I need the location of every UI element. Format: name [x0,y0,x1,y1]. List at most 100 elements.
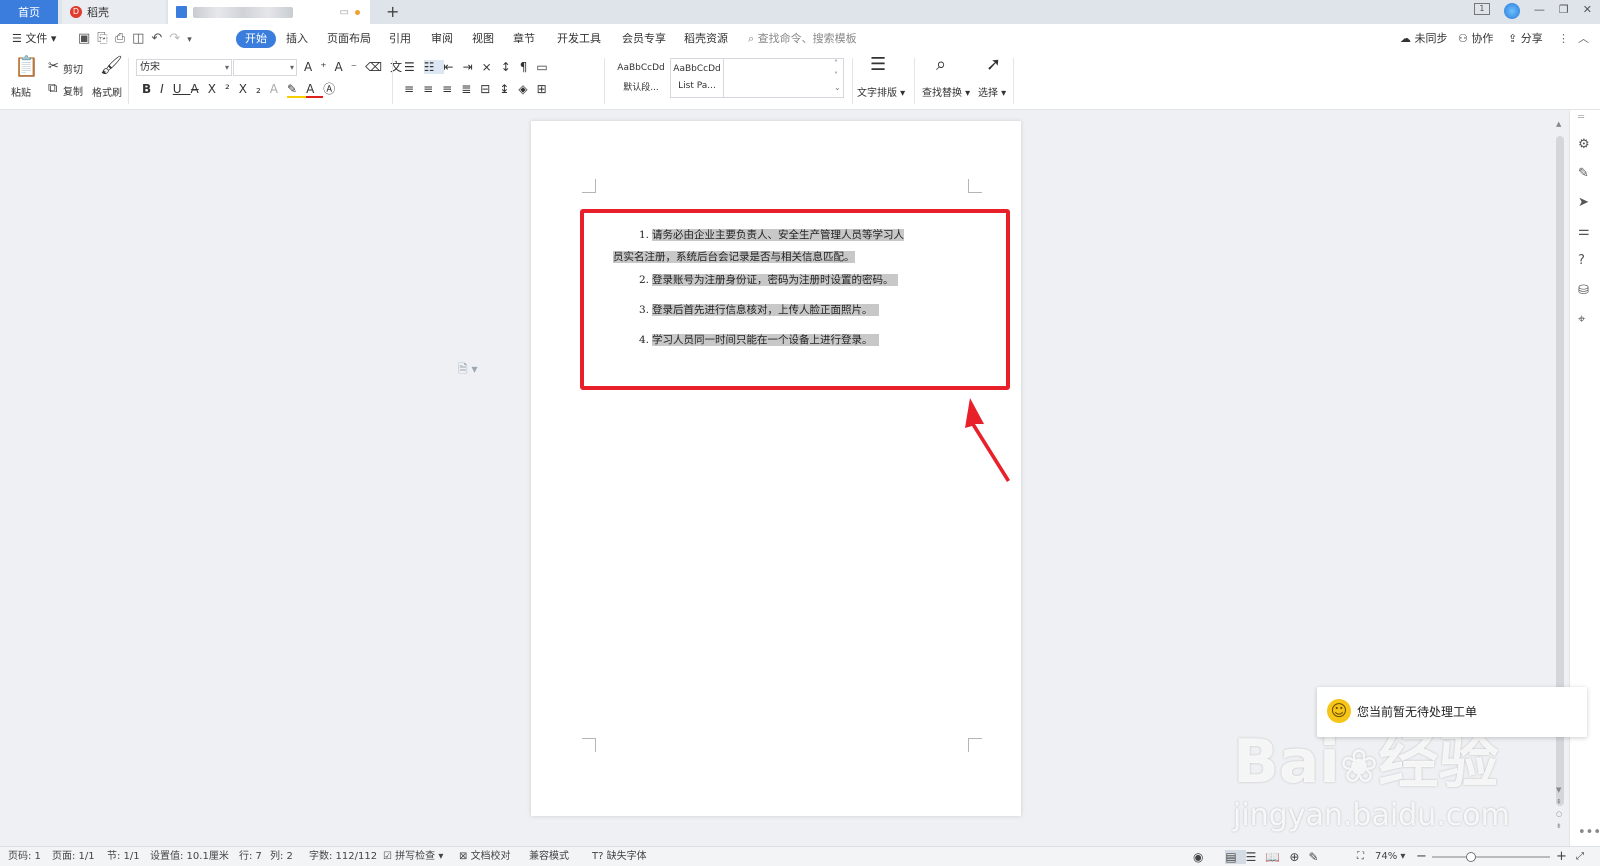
outline-view-icon[interactable]: ☰ [1246,850,1266,864]
shading-icon[interactable]: ◈ [518,82,536,96]
share-button[interactable]: ⇪ 分享 [1508,24,1543,54]
tab-insert[interactable]: 插入 [286,24,308,54]
zoom-in-icon[interactable]: + [1556,847,1567,866]
page-options-icon[interactable]: 🗎 ▾ [458,360,478,381]
page-view-icon[interactable]: ▤ [1225,850,1246,864]
cut-icon[interactable]: ✂ [48,60,59,74]
status-word-count[interactable]: 字数: 112/112 [309,847,377,866]
numbered-list-icon[interactable]: ☷ [423,60,444,74]
customize-icon[interactable]: ▾ [187,35,199,45]
zoom-select[interactable]: 74% ▾ [1375,847,1405,866]
find-replace-icon[interactable]: ⌕ [936,56,946,74]
settings-sliders-icon[interactable]: ⚌ [1578,224,1590,239]
show-marks-icon[interactable]: ¶ [520,60,537,74]
print-icon[interactable]: ⎙ [115,31,132,46]
more-options-icon[interactable]: ••• [1578,825,1600,840]
font-size-select[interactable] [233,59,297,76]
char-border-icon[interactable]: Ⓐ [323,82,344,96]
bold-icon[interactable]: B [142,82,160,96]
paste-icon[interactable]: 📋 [14,56,39,76]
chinese-layout-icon[interactable]: ⨯ [482,60,501,74]
superscript-icon[interactable]: X² [208,82,239,96]
read-view-icon[interactable]: 📖 [1265,850,1289,864]
tab-review[interactable]: 审阅 [431,24,453,54]
tab-developer[interactable]: 开发工具 [557,24,601,54]
borders-icon[interactable]: ⊞ [537,82,556,96]
select-button[interactable]: 选择 ▾ [978,84,1006,99]
tab-start[interactable]: 开始 [236,30,276,48]
cut-button[interactable]: 剪切 [63,61,83,76]
select-pointer-icon[interactable]: ➚ [986,56,1001,74]
help-icon[interactable]: ? [1578,253,1585,268]
collapse-ribbon-icon[interactable]: ︿ [1578,24,1589,54]
text-layout-icon[interactable]: ☰ [870,56,886,74]
highlight-icon[interactable]: ✎ [287,82,307,98]
tab-member[interactable]: 会员专享 [622,24,666,54]
style-list-paragraph[interactable]: AaBbCcDd List Pa... [670,58,724,98]
subscript-icon[interactable]: X₂ [239,82,270,96]
align-center-icon[interactable]: ≡ [423,82,442,96]
more-icon[interactable]: ⋮ [1558,24,1569,54]
file-menu[interactable]: ☰ 文件 ▾ [12,24,56,54]
paste-button[interactable]: 粘贴 [11,84,31,99]
styles-gallery[interactable] [724,58,844,98]
fit-page-icon[interactable]: ⛶ [1357,847,1364,866]
text-layout-button[interactable]: 文字排版 ▾ [857,84,905,99]
panel-handle-icon[interactable]: ═ [1578,112,1584,123]
close-icon[interactable]: ✕ [1583,3,1592,19]
tab-document[interactable]: ▭ [168,0,370,24]
find-replace-button[interactable]: 查找替换 ▾ [922,84,970,99]
web-view-icon[interactable]: ⊕ [1289,850,1308,864]
eye-protection-icon[interactable]: ◉ [1193,850,1212,864]
undo-icon[interactable]: ↶ [151,31,169,46]
format-painter-icon[interactable]: 🖌 [100,57,123,75]
shrink-font-icon[interactable]: A⁻ [335,60,366,74]
copy-button[interactable]: 复制 [63,83,83,98]
tab-home[interactable]: 首页 [0,0,58,24]
italic-icon[interactable]: I [160,82,173,96]
write-mode-icon[interactable]: ✎ [1308,850,1327,864]
missing-font-button[interactable]: T? 缺失字体 [592,847,647,866]
tab-daoke-resources[interactable]: 稻壳资源 [684,24,728,54]
line-spacing-icon[interactable]: ↨ [499,82,518,96]
font-color-icon[interactable]: A [306,82,324,98]
print-preview-icon[interactable]: ◫ [132,31,151,46]
justify-icon[interactable]: ≣ [461,82,480,96]
fullscreen-icon[interactable]: ⤢ [1576,847,1584,866]
decrease-indent-icon[interactable]: ⇤ [444,60,463,74]
tab-page-layout[interactable]: 页面布局 [327,24,371,54]
minimize-icon[interactable]: — [1534,3,1545,19]
underline-icon[interactable]: U [173,82,191,96]
backup-icon[interactable]: ⛁ [1578,283,1589,298]
text-effect-icon[interactable]: A [270,82,287,96]
restore-icon[interactable]: ❐ [1559,3,1569,19]
redo-icon[interactable]: ↷ [169,31,187,46]
location-icon[interactable]: ⌖ [1578,312,1585,327]
format-painter-button[interactable]: 格式刷 [92,84,122,99]
scroll-up-icon[interactable]: ▲ [1556,120,1561,128]
distributed-icon[interactable]: ⊟ [480,82,499,96]
spell-check-toggle[interactable]: ☑ 拼写检查 ▾ [383,847,443,866]
avatar[interactable] [1503,3,1520,19]
status-pages[interactable]: 页面: 1/1 [52,847,95,866]
status-page-code[interactable]: 页码: 1 [8,847,41,866]
zoom-slider-thumb[interactable] [1466,852,1476,862]
zoom-out-icon[interactable]: − [1416,847,1427,866]
font-name-select[interactable]: 仿宋 [136,59,232,76]
bullet-list-icon[interactable]: ☰ [404,60,424,74]
style-default[interactable]: AaBbCcDd 默认段... [612,58,670,98]
collaborate-button[interactable]: ⚇ 协作 [1458,24,1493,54]
clear-format-icon[interactable]: ⌫ [365,60,390,74]
zoom-slider-track[interactable] [1432,856,1550,858]
styles-scroll[interactable]: ˄ ˅ ⌄ [834,58,841,94]
copy-icon[interactable]: ⧉ [48,82,57,96]
tab-stops-icon[interactable]: ▭ [536,60,556,74]
scroll-nav-icons[interactable]: ▼ ⇞ ○ ⇟ [1556,784,1562,832]
proofread-button[interactable]: ⊠ 文档校对 [459,847,511,866]
pointer-icon[interactable]: ➤ [1578,195,1589,210]
sort-icon[interactable]: ↕ [501,60,520,74]
sync-status[interactable]: ☁ 未同步 [1400,24,1448,54]
style-panel-icon[interactable]: ⚙ [1578,137,1590,152]
layout-icon[interactable]: 1 [1473,3,1490,15]
work-order-popup[interactable]: ☺ 您当前暂无待处理工单 [1317,687,1587,737]
